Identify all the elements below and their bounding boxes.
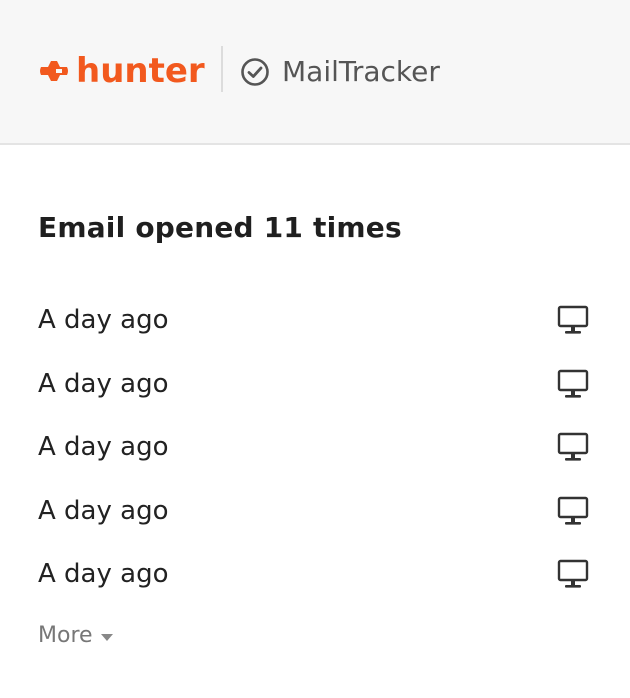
opens-list: A day ago A day ago A day ago A day ago — [38, 298, 594, 616]
header-bar: hunter MailTracker — [0, 0, 630, 145]
brand-name: hunter — [76, 51, 205, 91]
hunter-logo-icon — [40, 61, 68, 81]
open-time: A day ago — [38, 495, 169, 526]
open-time: A day ago — [38, 368, 169, 399]
caret-down-icon — [100, 634, 113, 641]
open-event-row: A day ago — [38, 298, 594, 362]
product-label: MailTracker — [240, 52, 440, 92]
open-event-row: A day ago — [38, 425, 594, 489]
desktop-icon — [557, 432, 589, 461]
header-divider — [221, 46, 223, 92]
open-time: A day ago — [38, 559, 169, 589]
open-event-row: A day ago — [38, 552, 594, 616]
open-time: A day ago — [38, 432, 169, 462]
open-time: A day ago — [38, 305, 169, 335]
more-toggle[interactable]: More — [38, 620, 115, 652]
check-circle-icon — [241, 58, 269, 86]
open-event-row: A day ago — [38, 489, 594, 553]
more-label: More — [38, 623, 93, 648]
hunter-logo[interactable]: hunter — [38, 50, 205, 92]
desktop-icon — [557, 496, 589, 525]
opens-summary-title: Email opened 11 times — [38, 211, 402, 244]
product-name: MailTracker — [282, 55, 440, 88]
desktop-icon — [557, 369, 589, 398]
open-event-row: A day ago — [38, 362, 594, 426]
desktop-icon — [557, 559, 589, 588]
desktop-icon — [557, 305, 589, 334]
